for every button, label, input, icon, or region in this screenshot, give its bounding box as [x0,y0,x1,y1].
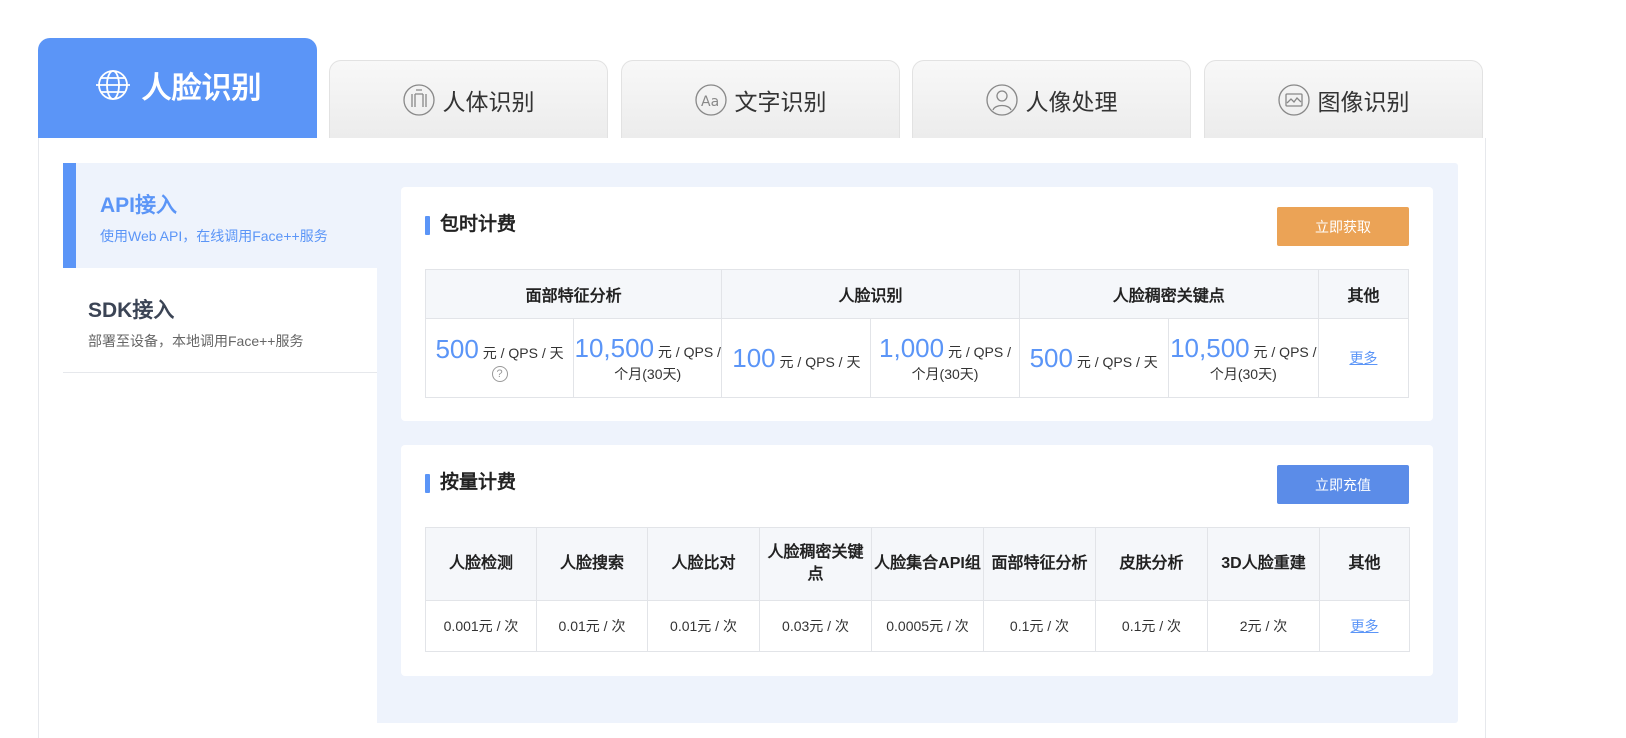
table-header: 人脸稠密关键点 [1018,269,1319,319]
image-icon [1277,83,1310,116]
svg-text:Aa: Aa [701,94,719,110]
tab-label: 人脸识别 [141,72,262,105]
table-row: 500 元 / QPS / 天 ? 10,500 元 / QPS / 个月(30… [424,318,1410,398]
sidebar-item-api[interactable]: API接入 使用Web API，在线调用Face++服务 [63,163,377,268]
price-cell: 500 元 / QPS / 天 [1018,318,1169,398]
card-title: 按量计费 [425,472,516,494]
tab-portrait-processing[interactable]: 人像处理 [912,60,1191,138]
tab-label: 人像处理 [1025,88,1118,115]
price-value: 10,500 [1170,332,1250,363]
globe-icon [94,68,132,102]
hourly-price-table: 面部特征分析 人脸识别 人脸稠密关键点 其他 500 元 / QPS / 天 ?… [424,269,1410,398]
more-link[interactable]: 更多 [1349,350,1377,366]
active-indicator [63,163,76,268]
get-now-button[interactable]: 立即获取 [1277,207,1409,246]
table-header: 皮肤分析 [1095,527,1208,601]
table-header-row: 人脸检测 人脸搜索 人脸比对 人脸稠密关键点 人脸集合API组 面部特征分析 皮… [425,527,1410,601]
sidebar-item-sdk[interactable]: SDK接入 部署至设备，本地调用Face++服务 [63,268,377,373]
price-cell: 2元 / 次 [1207,600,1320,652]
price-value: 10,500 [574,332,655,363]
tab-label: 人体识别 [442,88,535,115]
price-value: 100 [732,342,776,373]
tab-text-recognition[interactable]: Aa 文字识别 [621,60,900,138]
sidebar-item-desc: 使用Web API，在线调用Face++服务 [100,228,328,244]
table-header: 其他 [1317,269,1410,319]
portrait-icon [985,83,1018,116]
price-cell: 0.01元 / 次 [647,600,760,652]
product-tabs: 人脸识别 人体识别 Aa 文字识别 人像处理 图像识别 [38,38,1484,138]
tab-body-recognition[interactable]: 人体识别 [329,60,608,138]
usage-billing-card: 按量计费 立即充值 人脸检测 人脸搜索 人脸比对 人脸稠密关键点 人脸集合API… [401,445,1433,676]
sidebar-item-desc: 部署至设备，本地调用Face++服务 [88,333,304,349]
body-icon [402,83,435,116]
table-header: 3D人脸重建 [1207,527,1320,601]
recharge-now-button[interactable]: 立即充值 [1277,465,1409,504]
price-cell: 100 元 / QPS / 天 [721,318,872,398]
text-aa-icon: Aa [694,83,727,116]
price-value: 500 [435,333,479,364]
more-link[interactable]: 更多 [1351,618,1379,634]
help-icon[interactable]: ? [491,366,508,383]
price-cell: 1,000 元 / QPS / 个月(30天) [870,318,1020,398]
price-cell: 0.001元 / 次 [425,600,537,652]
price-cell: 0.1元 / 次 [983,600,1096,652]
table-header: 人脸集合API组 [871,527,984,601]
price-unit: 元 / QPS / 天 [1076,353,1158,370]
tab-face-recognition[interactable]: 人脸识别 [38,38,317,138]
price-cell: 0.0005元 / 次 [871,600,984,652]
tab-label: 图像识别 [1317,88,1410,115]
sidebar-item-title: SDK接入 [88,299,175,322]
sidebar: API接入 使用Web API，在线调用Face++服务 SDK接入 部署至设备… [63,163,377,723]
price-unit: 元 / QPS / 天 [779,353,861,370]
price-cell: 0.01元 / 次 [536,600,648,652]
price-value: 500 [1029,342,1073,373]
table-row: 0.001元 / 次 0.01元 / 次 0.01元 / 次 0.03元 / 次… [425,600,1410,652]
price-unit: 元 / QPS / 天 [482,344,564,361]
table-header: 人脸比对 [647,527,760,601]
tab-label: 文字识别 [734,88,827,115]
price-cell: 500 元 / QPS / 天 ? [424,318,575,398]
price-value: 1,000 [879,332,945,363]
hourly-billing-card: 包时计费 立即获取 面部特征分析 人脸识别 人脸稠密关键点 其他 500 元 /… [401,187,1433,421]
price-cell: 10,500 元 / QPS / 个月(30天) [573,318,723,398]
table-header: 其他 [1319,527,1410,601]
more-cell: 更多 [1317,318,1410,398]
table-header-row: 面部特征分析 人脸识别 人脸稠密关键点 其他 [424,269,1410,319]
table-header: 面部特征分析 [983,527,1096,601]
table-header: 人脸稠密关键点 [759,527,872,601]
more-cell: 更多 [1319,600,1410,652]
tab-image-recognition[interactable]: 图像识别 [1204,60,1483,138]
table-header: 人脸识别 [721,269,1020,319]
usage-price-table: 人脸检测 人脸搜索 人脸比对 人脸稠密关键点 人脸集合API组 面部特征分析 皮… [425,527,1410,652]
price-cell: 10,500 元 / QPS / 个月(30天) [1167,318,1319,398]
price-cell: 0.1元 / 次 [1095,600,1208,652]
card-title: 包时计费 [425,214,516,236]
price-cell: 0.03元 / 次 [759,600,872,652]
table-header: 人脸搜索 [536,527,648,601]
table-header: 人脸检测 [425,527,537,601]
sidebar-item-title: API接入 [100,194,178,217]
table-header: 面部特征分析 [424,269,723,319]
